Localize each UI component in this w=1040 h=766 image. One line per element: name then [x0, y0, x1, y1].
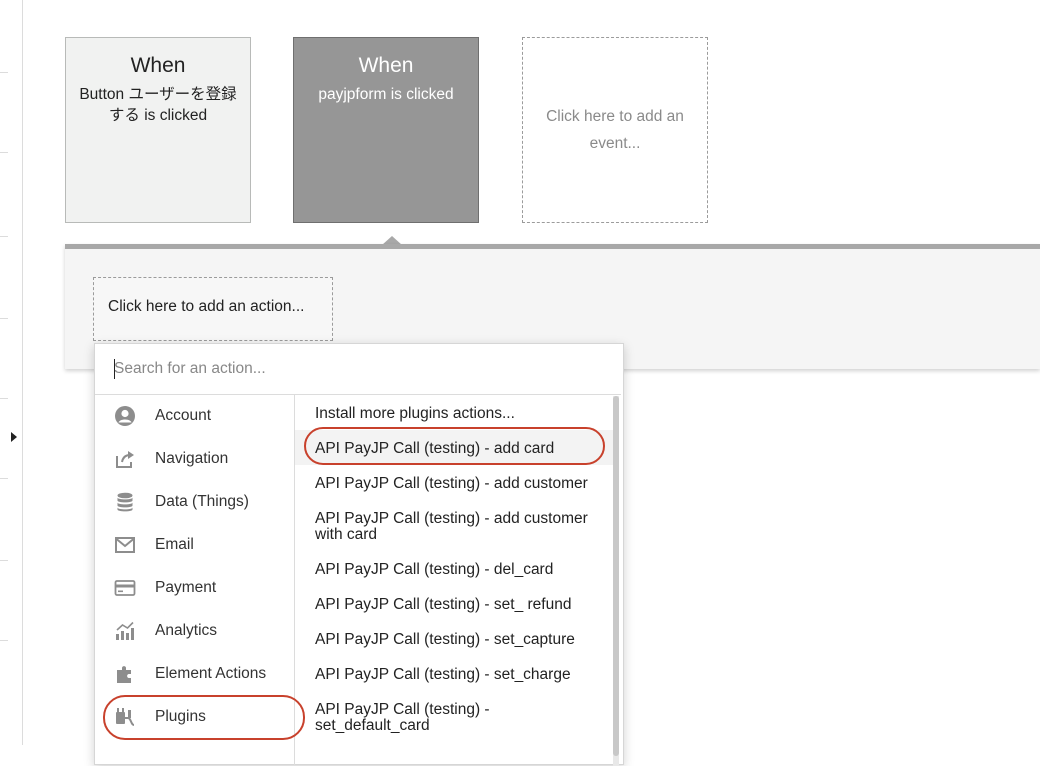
category-label: Payment — [155, 579, 217, 596]
action-set-capture[interactable]: API PayJP Call (testing) - set_capture — [315, 632, 615, 648]
action-del-card[interactable]: API PayJP Call (testing) - del_card — [315, 562, 615, 578]
puzzle-icon — [117, 666, 131, 683]
action-set-charge[interactable]: API PayJP Call (testing) - set_charge — [315, 667, 615, 683]
category-label: Analytics — [155, 622, 218, 639]
analytics-icon — [116, 621, 134, 640]
event-description: Button ユーザーを登録する is clicked — [79, 86, 237, 124]
event-description: payjpform is clicked — [318, 86, 454, 103]
category-label: Element Actions — [155, 665, 267, 682]
category-payment[interactable]: Payment — [95, 569, 294, 609]
event-card-button-clicked[interactable]: When Button ユーザーを登録する is clicked — [65, 37, 251, 223]
payment-card-icon — [114, 580, 136, 596]
category-navigation[interactable]: Navigation — [95, 440, 294, 480]
category-email[interactable]: Email — [95, 526, 294, 566]
category-element-actions[interactable]: Element Actions — [95, 655, 294, 695]
rail-divider — [0, 560, 8, 561]
expand-arrow-icon[interactable] — [11, 432, 17, 442]
rail-divider — [0, 478, 8, 479]
navigation-icon — [116, 451, 134, 468]
event-when-label: When — [358, 54, 414, 77]
action-add-customer[interactable]: API PayJP Call (testing) - add customer — [315, 476, 615, 492]
rail-divider — [0, 236, 8, 237]
email-icon — [115, 537, 135, 553]
text-cursor — [114, 359, 115, 379]
action-list-scrollbar[interactable] — [613, 396, 619, 766]
action-search-bar — [95, 344, 621, 395]
category-label: Navigation — [155, 450, 229, 467]
rail-divider — [0, 72, 8, 73]
scrollbar-thumb[interactable] — [613, 396, 619, 756]
add-action-label: Click here to add an action... — [108, 298, 305, 315]
rail-divider — [0, 152, 8, 153]
highlight-ring-add-card — [304, 427, 605, 465]
rail-divider — [0, 640, 8, 641]
action-search-input[interactable] — [114, 358, 604, 380]
category-label: Data (Things) — [155, 493, 249, 510]
event-when-label: When — [130, 54, 186, 77]
action-add-customer-with-card[interactable]: API PayJP Call (testing) - add customer … — [315, 511, 615, 543]
rail-divider — [0, 398, 8, 399]
action-install-plugins[interactable]: Install more plugins actions... — [315, 406, 615, 422]
category-account[interactable]: Account — [95, 397, 294, 437]
highlight-ring-plugins — [103, 695, 305, 740]
add-event-card[interactable]: Click here to add an event... — [522, 37, 708, 223]
category-label: Account — [155, 407, 212, 424]
action-set-default-card[interactable]: API PayJP Call (testing) - set_default_c… — [315, 702, 555, 734]
add-action-box[interactable]: Click here to add an action... — [93, 277, 333, 341]
action-set-refund[interactable]: API PayJP Call (testing) - set_ refund — [315, 597, 615, 613]
add-event-label: Click here to add an event... — [546, 108, 684, 152]
database-icon — [117, 492, 133, 512]
category-data-things[interactable]: Data (Things) — [95, 483, 294, 523]
category-analytics[interactable]: Analytics — [95, 612, 294, 652]
account-icon — [115, 406, 135, 426]
category-label: Email — [155, 536, 194, 553]
left-rail — [0, 0, 23, 745]
rail-divider — [0, 318, 8, 319]
event-card-payjpform-clicked[interactable]: When payjpform is clicked — [293, 37, 479, 223]
